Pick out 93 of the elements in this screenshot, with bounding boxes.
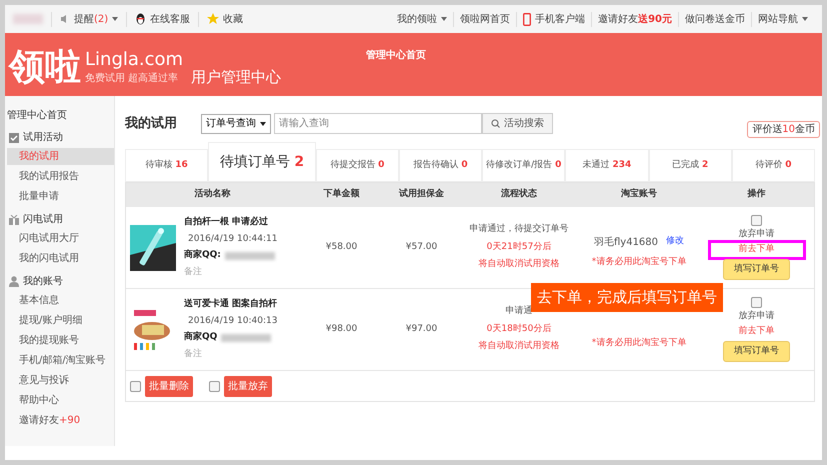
note-label: 备注: [184, 348, 203, 360]
logo-slogan: 免费试用 超高通过率: [85, 72, 180, 86]
header-title: 用户管理中心: [191, 66, 282, 88]
order-amount: ¥58.00: [324, 240, 358, 254]
status-tab[interactable]: 待评价 0: [732, 149, 815, 182]
callout-banner: 去下单，完成后填写订单号: [531, 283, 723, 312]
column-header: 操作: [746, 188, 766, 202]
topbar-link[interactable]: 邀请好友送90元: [591, 12, 678, 26]
gift-icon: [9, 214, 19, 224]
blurred-number: [221, 334, 272, 342]
product-name[interactable]: 送可爱卡通 图案自拍杆: [184, 298, 278, 312]
status-tab[interactable]: 待提交报告 0: [316, 149, 399, 182]
sidebar-item[interactable]: 我的试用报告: [7, 168, 114, 185]
product-name[interactable]: 自拍杆一根 申请必过: [184, 216, 278, 230]
account-warning: *请务必用此淘宝号下单: [592, 336, 686, 350]
checkbox[interactable]: [209, 380, 220, 392]
search-field[interactable]: 请输入查询: [274, 113, 482, 134]
cancel-warning: 将自动取消试用资格: [478, 340, 560, 354]
search-button[interactable]: 活动搜索: [482, 113, 553, 134]
topbar-link[interactable]: 收藏: [198, 12, 244, 26]
status-tab[interactable]: 待审核 16: [125, 149, 208, 182]
sidebar-item[interactable]: 基本信息: [7, 292, 114, 309]
status-tab[interactable]: 未通过 234: [565, 149, 649, 182]
caret-icon: [260, 122, 266, 126]
user-icon: [9, 276, 19, 287]
sidebar-item[interactable]: 闪电试用大厅: [7, 230, 114, 247]
edit-link[interactable]: 修改: [666, 235, 684, 250]
status-tab[interactable]: 报告待确认 0: [398, 149, 482, 182]
deposit-amount: ¥97.00: [404, 322, 438, 336]
merchant-label: 商家QQ:: [184, 249, 221, 262]
caret-icon: [802, 17, 808, 21]
blurred-username: [13, 14, 43, 24]
sidebar-group-label: 闪电试用: [23, 212, 63, 227]
caret-icon: [441, 17, 448, 21]
topbar-link[interactable]: 在线客服: [126, 12, 190, 26]
star-icon: [207, 13, 220, 25]
abandon-label: 放弃申请: [738, 310, 774, 323]
order-amount: ¥98.00: [324, 322, 358, 336]
sidebar-item[interactable]: 意见与投诉: [7, 372, 114, 389]
page-title: 我的试用: [125, 114, 178, 133]
topbar-link[interactable]: 提醒(2): [51, 12, 118, 26]
sidebar-group-label: 试用活动: [23, 130, 63, 145]
logo-domain: Lingla.com: [85, 48, 184, 71]
taobao-account: 羽毛fly41680: [594, 236, 658, 250]
topbar-link[interactable]: 我的领啦: [391, 12, 454, 26]
column-header: 下单金额: [322, 188, 360, 202]
sidebar-item[interactable]: 手机/邮箱/淘宝账号: [7, 352, 114, 369]
sidebar-group-label: 我的账号: [23, 274, 63, 289]
checkbox[interactable]: [130, 380, 141, 392]
topbar-link[interactable]: 网站导航: [751, 12, 814, 26]
column-header: 流程状态: [500, 188, 538, 202]
sidebar-item[interactable]: 提现/账户明细: [7, 312, 114, 329]
go-order-link[interactable]: 前去下单: [710, 243, 802, 257]
checkbox-icon: [9, 132, 19, 142]
deposit-amount: ¥57.00: [404, 240, 438, 254]
sidebar-item[interactable]: 批量申请: [7, 188, 114, 205]
sidebar-item[interactable]: 帮助中心: [7, 392, 114, 409]
phone-icon: [523, 12, 532, 26]
status-tab[interactable]: 已完成 2: [648, 149, 732, 182]
apply-time: 2016/4/19 10:40:13: [187, 314, 278, 328]
merchant-label: 商家QQ: [184, 331, 218, 344]
search-type-select[interactable]: 订单号查询: [201, 114, 271, 134]
sidebar-heading[interactable]: 管理中心首页: [5, 108, 114, 123]
apply-time: 2016/4/19 10:44:11: [187, 232, 278, 246]
search-icon: [491, 119, 500, 128]
fill-order-button[interactable]: 填写订单号: [723, 340, 790, 362]
blurred-number: [224, 252, 275, 260]
status-text: 申请通: [506, 305, 532, 318]
sidebar-item[interactable]: 我的提现账号: [7, 332, 114, 349]
status-text: 申请通过，待提交订单号: [470, 223, 568, 236]
penguin-icon: [135, 13, 146, 25]
caret-icon: [112, 17, 118, 21]
account-warning: *请务必用此淘宝号下单: [592, 256, 686, 270]
column-header: 活动名称: [194, 188, 232, 202]
checkbox[interactable]: [751, 214, 762, 226]
abandon-label: 放弃申请: [738, 228, 774, 241]
checkbox[interactable]: [751, 296, 762, 308]
countdown: 0天18时50分后: [486, 322, 552, 336]
cancel-warning: 将自动取消试用资格: [478, 258, 560, 272]
fill-order-button[interactable]: 填写订单号: [723, 258, 790, 280]
go-order-link[interactable]: 前去下单: [710, 325, 802, 339]
sidebar-item[interactable]: 邀请好友+90: [7, 412, 114, 429]
topbar-link[interactable]: 领啦网首页: [453, 12, 516, 26]
status-tab[interactable]: 待填订单号 2: [208, 142, 316, 182]
note-label: 备注: [184, 266, 203, 278]
column-header: 试用担保金: [398, 188, 445, 202]
sidebar-item[interactable]: 我的闪电试用: [7, 250, 114, 267]
topbar-link[interactable]: 手机客户端: [516, 12, 592, 26]
column-header: 淘宝账号: [620, 188, 658, 202]
promo-tooltip: 评价送10金币: [747, 121, 820, 138]
topbar-link[interactable]: 做问卷送金币: [678, 12, 751, 26]
countdown: 0天21时57分后: [486, 240, 552, 254]
status-tab[interactable]: 待修改订单/报告 0: [482, 149, 566, 182]
